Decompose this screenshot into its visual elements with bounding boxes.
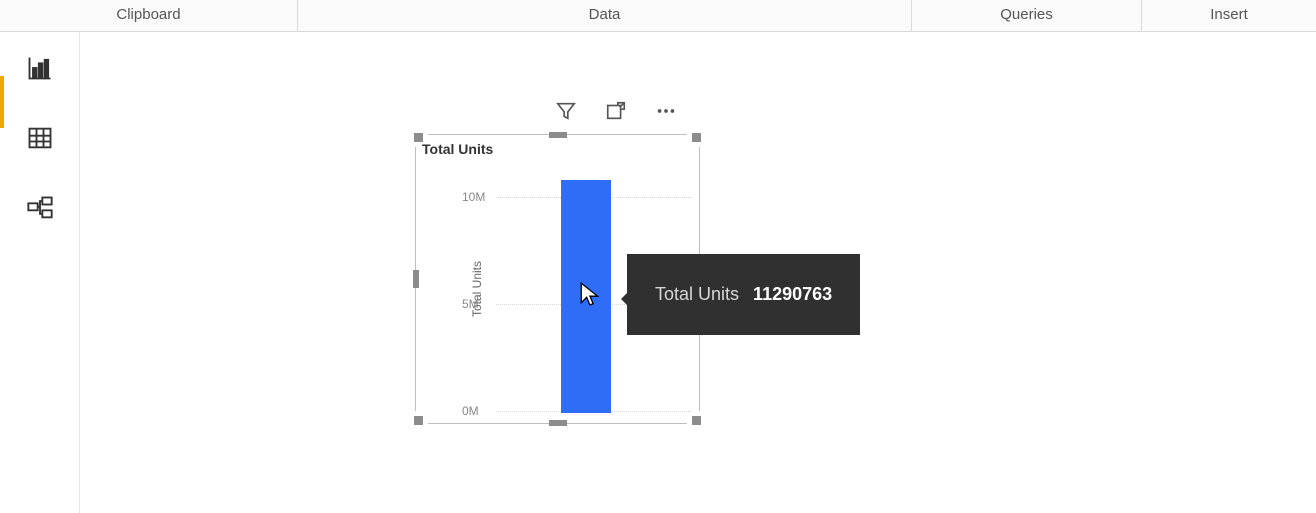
y-tick-label: 5M: [462, 297, 479, 311]
ribbon-tab-clipboard[interactable]: Clipboard: [0, 0, 298, 31]
tooltip-value: 11290763: [753, 284, 832, 305]
more-options-icon[interactable]: [655, 100, 677, 127]
focus-mode-icon[interactable]: [605, 100, 627, 127]
data-tooltip: Total Units 11290763: [627, 254, 860, 335]
model-icon: [26, 194, 54, 222]
resize-handle-br[interactable]: [687, 411, 701, 425]
tooltip-label: Total Units: [655, 284, 739, 305]
resize-handle-tr[interactable]: [687, 133, 701, 147]
resize-handle-left[interactable]: [413, 270, 419, 288]
visual-floating-toolbar: [555, 100, 677, 127]
y-tick-label: 10M: [462, 190, 485, 204]
bar-chart-icon: [26, 54, 54, 82]
data-bar[interactable]: [561, 180, 611, 413]
filter-icon[interactable]: [555, 100, 577, 127]
ribbon-tab-data[interactable]: Data: [298, 0, 912, 31]
resize-handle-bottom[interactable]: [549, 420, 567, 426]
y-tick-label: 0M: [462, 404, 479, 418]
resize-handle-bl[interactable]: [414, 411, 428, 425]
report-view-button[interactable]: [0, 50, 80, 86]
ribbon-tabs: Clipboard Data Queries Insert: [0, 0, 1316, 32]
table-icon: [26, 124, 54, 152]
ribbon-tab-insert[interactable]: Insert: [1142, 0, 1316, 31]
y-axis: 10M 5M 0M: [462, 165, 492, 413]
active-view-indicator: [0, 76, 4, 128]
left-nav-rail: [0, 32, 80, 513]
resize-handle-top[interactable]: [549, 132, 567, 138]
model-view-button[interactable]: [0, 190, 80, 226]
ribbon-tab-queries[interactable]: Queries: [912, 0, 1142, 31]
chart-title: Total Units: [422, 141, 493, 157]
data-view-button[interactable]: [0, 120, 80, 156]
